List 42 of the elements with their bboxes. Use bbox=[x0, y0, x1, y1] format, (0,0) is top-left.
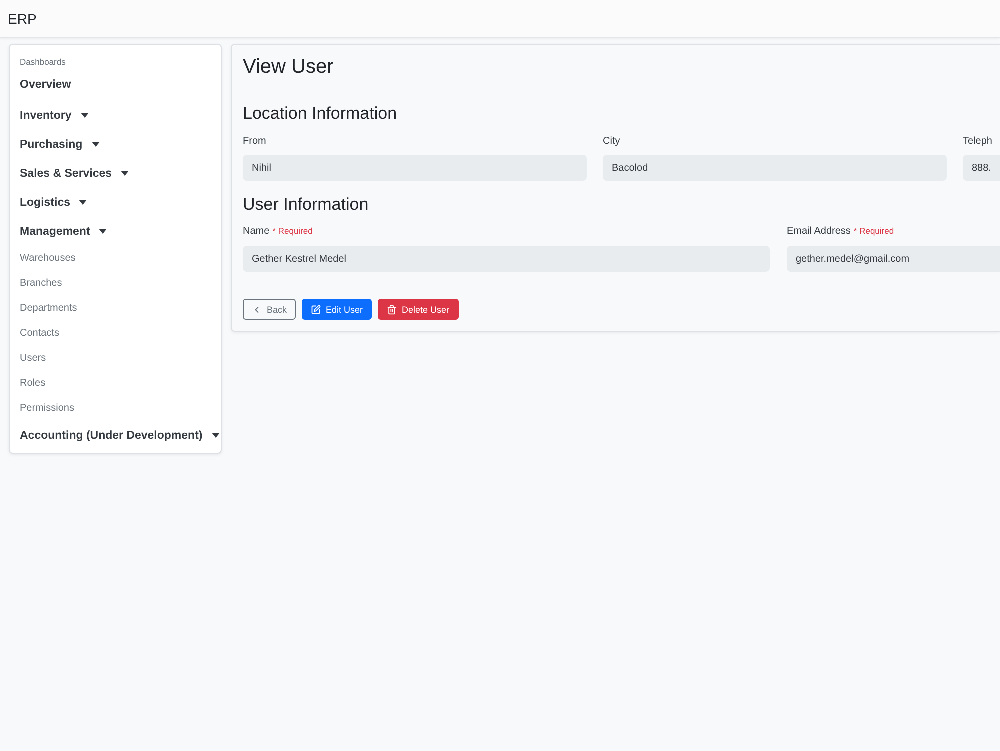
caret-icon bbox=[99, 229, 108, 234]
delete-button[interactable]: Delete User bbox=[378, 299, 459, 320]
input-field[interactable]: Nihil bbox=[243, 155, 587, 181]
input-field[interactable]: Gether Kestrel Medel bbox=[243, 246, 770, 272]
page-title: View User bbox=[243, 55, 335, 79]
sidebar-subitem[interactable]: Roles bbox=[10, 371, 46, 396]
field-label: Name bbox=[243, 226, 270, 236]
field-label: Teleph bbox=[963, 136, 992, 146]
sidebar-subitem[interactable]: Departments bbox=[10, 296, 78, 321]
sidebar-dropdown[interactable]: Logistics bbox=[20, 196, 70, 208]
edit-button[interactable]: Edit User bbox=[302, 299, 372, 320]
required-note: * Required bbox=[272, 226, 313, 236]
sidebar-dropdown[interactable]: Sales & Services bbox=[20, 168, 112, 180]
brand-name[interactable]: ERP bbox=[8, 10, 37, 26]
caret-icon bbox=[80, 113, 89, 118]
required-note: * Required bbox=[854, 226, 894, 236]
section-title: Location Information bbox=[243, 103, 398, 125]
sidebar-dropdown[interactable]: Accounting (Under Development) bbox=[20, 430, 203, 442]
input-field[interactable]: 888. bbox=[963, 155, 1000, 181]
field-label: From bbox=[243, 136, 266, 146]
caret-icon bbox=[79, 200, 88, 205]
back-button[interactable]: Back bbox=[243, 299, 296, 320]
edit-icon bbox=[311, 304, 322, 314]
caret-icon bbox=[92, 142, 100, 147]
section-title: User Information bbox=[243, 194, 369, 216]
sidebar-subitem[interactable]: Contacts bbox=[10, 321, 60, 346]
caret-icon bbox=[121, 171, 130, 176]
sidebar-heading: Dashboards bbox=[19, 56, 67, 69]
input-field[interactable]: gether.medel@gmail.com bbox=[787, 246, 1000, 272]
caret-icon bbox=[212, 433, 220, 438]
field-label: City bbox=[603, 136, 620, 146]
sidebar-subitem[interactable]: Permissions bbox=[10, 396, 74, 421]
sidebar-subitem[interactable]: Warehouses bbox=[10, 246, 76, 271]
input-field[interactable]: Bacolod bbox=[603, 155, 947, 181]
sidebar-dropdown[interactable]: Management bbox=[20, 226, 90, 238]
sidebar-dropdown[interactable]: Inventory bbox=[20, 110, 72, 122]
sidebar-link[interactable]: Overview bbox=[20, 79, 72, 91]
field-label: Email Address bbox=[787, 226, 851, 236]
sidebar-subitem[interactable]: Users bbox=[10, 346, 46, 371]
sidebar-dropdown[interactable]: Purchasing bbox=[20, 138, 83, 150]
sidebar-subitem[interactable]: Branches bbox=[10, 271, 62, 296]
trash-icon bbox=[387, 304, 398, 314]
